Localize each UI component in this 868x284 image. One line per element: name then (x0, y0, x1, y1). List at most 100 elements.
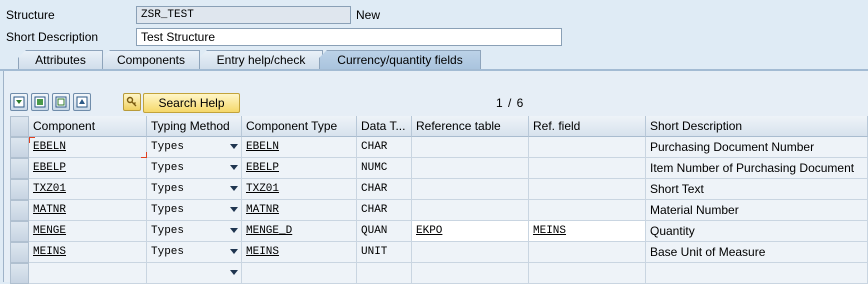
row-selector[interactable] (10, 242, 29, 263)
short-description-cell: Quantity (646, 221, 868, 242)
column-header-ref-field[interactable]: Ref. field (529, 116, 646, 137)
column-header-typing-method[interactable]: Typing Method (147, 116, 242, 137)
table-row: EBELP Types EBELP NUMC Item Number of Pu… (10, 158, 868, 179)
ref-field-cell[interactable] (529, 200, 646, 221)
typing-method-cell[interactable] (147, 263, 242, 284)
column-header-reference-table[interactable]: Reference table (412, 116, 529, 137)
chevron-down-icon[interactable] (230, 186, 238, 191)
reference-table-input[interactable]: EKPO (412, 221, 529, 242)
typing-method-cell[interactable]: Types (147, 137, 242, 158)
component-type-cell[interactable]: MENGE_D (242, 221, 357, 242)
move-up-icon[interactable] (73, 93, 91, 111)
short-description-cell (646, 263, 868, 284)
column-header-short-description[interactable]: Short Description (646, 116, 868, 137)
search-help-button[interactable]: Search Help (143, 93, 240, 113)
row-selector[interactable] (10, 158, 29, 179)
chevron-down-icon[interactable] (230, 207, 238, 212)
chevron-down-icon[interactable] (230, 144, 238, 149)
component-type-cell[interactable]: TXZ01 (242, 179, 357, 200)
row-selector[interactable] (10, 221, 29, 242)
component-type-cell[interactable]: MATNR (242, 200, 357, 221)
ref-field-cell[interactable] (529, 137, 646, 158)
chevron-down-icon[interactable] (230, 165, 238, 170)
reference-table-cell[interactable] (412, 200, 529, 221)
typing-method-value: Types (151, 183, 185, 195)
row-selector[interactable] (10, 179, 29, 200)
table-row: TXZ01 Types TXZ01 CHAR Short Text (10, 179, 868, 200)
short-description-cell: Short Text (646, 179, 868, 200)
column-header-component[interactable]: Component (29, 116, 147, 137)
reference-table-cell[interactable] (412, 263, 529, 284)
tab-currency-quantity-fields[interactable]: Currency/quantity fields (319, 50, 481, 70)
select-all-icon[interactable] (10, 93, 28, 111)
ref-field-input[interactable]: MEINS (529, 221, 646, 242)
reference-table-cell[interactable] (412, 179, 529, 200)
component-cell[interactable]: MATNR (29, 200, 147, 221)
deselect-all-icon[interactable] (52, 93, 70, 111)
reference-table-cell[interactable] (412, 242, 529, 263)
cursor-corner (29, 137, 35, 143)
reference-table-cell[interactable] (412, 158, 529, 179)
data-type-cell (357, 263, 412, 284)
tab-attributes[interactable]: Attributes (18, 50, 103, 70)
ref-field-cell[interactable] (529, 263, 646, 284)
tab-strip: Attributes Components Entry help/check C… (0, 50, 868, 70)
tab-components[interactable]: Components (102, 50, 200, 70)
row-selector[interactable] (10, 263, 29, 284)
key-icon[interactable] (123, 93, 141, 111)
table-row: MEINS Types MEINS UNIT Base Unit of Meas… (10, 242, 868, 263)
component-cell[interactable] (29, 263, 147, 284)
typing-method-value: Types (151, 204, 185, 216)
short-description-cell: Item Number of Purchasing Document (646, 158, 868, 179)
column-header-data-type[interactable]: Data T... (357, 116, 412, 137)
row-selector[interactable] (10, 137, 29, 158)
tab-entry-help-check[interactable]: Entry help/check (199, 50, 323, 70)
table-row (10, 263, 868, 284)
column-header-component-type[interactable]: Component Type (242, 116, 357, 137)
page-indicator: 1 / 6 (496, 96, 525, 110)
data-type-cell: UNIT (357, 242, 412, 263)
component-cell[interactable]: TXZ01 (29, 179, 147, 200)
typing-method-cell[interactable]: Types (147, 242, 242, 263)
component-type-cell[interactable]: MEINS (242, 242, 357, 263)
chevron-down-icon[interactable] (230, 228, 238, 233)
component-cell[interactable]: EBELP (29, 158, 147, 179)
component-type-cell[interactable] (242, 263, 357, 284)
typing-method-cell[interactable]: Types (147, 221, 242, 242)
chevron-down-icon[interactable] (230, 249, 238, 254)
table-row: EBELN Types EBELN CHAR Purchasing Docume… (10, 137, 868, 158)
table-row: MATNR Types MATNR CHAR Material Number (10, 200, 868, 221)
data-type-cell: QUAN (357, 221, 412, 242)
component-cell[interactable]: EBELN (29, 137, 147, 158)
typing-method-value: Types (151, 246, 185, 258)
reference-table-cell[interactable] (412, 137, 529, 158)
component-cell[interactable]: MEINS (29, 242, 147, 263)
typing-method-value: Types (151, 162, 185, 174)
row-selector[interactable] (10, 200, 29, 221)
select-block-icon[interactable] (31, 93, 49, 111)
typing-method-cell[interactable]: Types (147, 158, 242, 179)
typing-method-cell[interactable]: Types (147, 179, 242, 200)
short-description-field[interactable]: Test Structure (136, 28, 562, 46)
typing-method-value: Types (151, 141, 185, 153)
chevron-down-icon[interactable] (230, 270, 238, 275)
table-row: MENGE Types MENGE_D QUAN EKPO MEINS Quan… (10, 221, 868, 242)
typing-method-cell[interactable]: Types (147, 200, 242, 221)
select-all-rows-button[interactable] (10, 116, 29, 137)
short-description-cell: Base Unit of Measure (646, 242, 868, 263)
status-text: New (356, 8, 381, 22)
component-cell[interactable]: MENGE (29, 221, 147, 242)
structure-label: Structure (6, 8, 55, 22)
ref-field-cell[interactable] (529, 242, 646, 263)
short-description-cell: Material Number (646, 200, 868, 221)
short-description-cell: Purchasing Document Number (646, 137, 868, 158)
typing-method-value: Types (151, 225, 185, 237)
short-description-label: Short Description (6, 30, 99, 44)
data-type-cell: CHAR (357, 137, 412, 158)
data-type-cell: CHAR (357, 200, 412, 221)
ref-field-cell[interactable] (529, 158, 646, 179)
component-type-cell[interactable]: EBELN (242, 137, 357, 158)
component-type-cell[interactable]: EBELP (242, 158, 357, 179)
data-type-cell: NUMC (357, 158, 412, 179)
ref-field-cell[interactable] (529, 179, 646, 200)
